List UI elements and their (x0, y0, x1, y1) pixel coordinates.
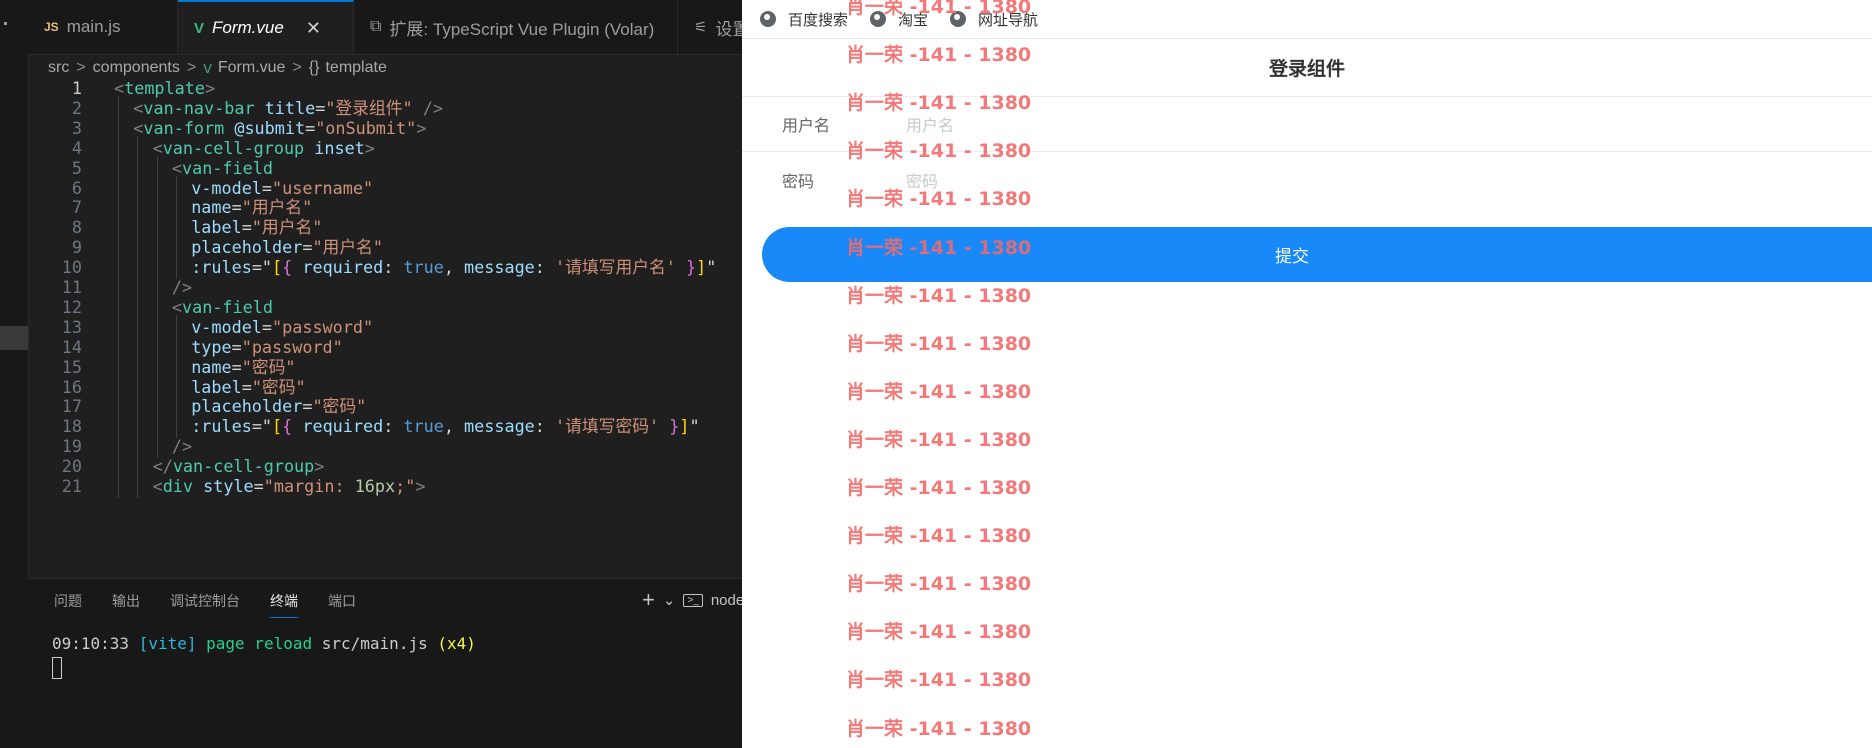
code-token: style (203, 476, 254, 496)
tab-label: Form.vue (212, 18, 284, 37)
code-token: > (415, 476, 426, 496)
terminal-name[interactable]: node (711, 592, 742, 609)
indent-guide (118, 474, 119, 498)
breadcrumb-item[interactable]: components (93, 59, 180, 77)
bookmark-taobao[interactable]: 淘宝 (870, 9, 928, 30)
chevron-down-icon[interactable]: ⌄ (663, 591, 676, 609)
close-icon[interactable]: ✕ (306, 18, 321, 39)
terminal-icon: >_ (683, 593, 703, 607)
panel-tab-terminal[interactable]: 终端 (270, 591, 298, 618)
bookmark-baidu[interactable]: 百度搜索 (760, 9, 848, 30)
breadcrumb-item[interactable]: template (325, 59, 386, 77)
chevron-right-icon: > (292, 59, 302, 76)
username-field[interactable]: 用户名 用户名 (742, 96, 1872, 152)
code-text: <div style="margin: 16px;"> (153, 474, 426, 498)
tab-label: 设置 (715, 19, 742, 39)
code-token: < (152, 476, 163, 496)
globe-icon (870, 11, 887, 27)
breadcrumb-item[interactable]: Form.vue (218, 59, 286, 77)
terminal-time: 09:10:33 (52, 634, 130, 653)
chevron-right-icon: > (186, 59, 197, 76)
chevron-right-icon: > (76, 59, 86, 76)
terminal-tag: [vite] (138, 634, 197, 653)
panel-actions: + ⌄ >_ node (642, 587, 742, 613)
extension-icon: ⧉ (370, 18, 382, 35)
bookmark-label: 淘宝 (898, 11, 929, 29)
code-line[interactable]: 21 <div style="margin: 16px;"> (28, 474, 742, 498)
nav-bar: 登录组件 (742, 38, 1872, 97)
tab-main-js[interactable]: JS main.js (28, 0, 178, 54)
submit-label: 提交 (1275, 247, 1309, 266)
terminal-line: 09:10:33 [vite] page reload src/main.js … (52, 633, 476, 655)
terminal-output[interactable]: 09:10:33 [vite] page reload src/main.js … (52, 633, 476, 685)
password-field[interactable]: 密码 密码 (742, 152, 1872, 207)
field-label: 用户名 (782, 117, 831, 135)
activity-dot (4, 22, 7, 25)
globe-icon (950, 11, 967, 27)
tab-label: 扩展: TypeScript Vue Plugin (Volar) (389, 19, 655, 39)
line-number: 21 (61, 476, 82, 496)
field-label: 密码 (782, 173, 815, 191)
settings-icon: ⚟ (694, 19, 708, 36)
code-token: 16px (354, 476, 396, 496)
javascript-file-icon: JS (44, 20, 59, 34)
tab-form-vue[interactable]: V Form.vue ✕ (178, 0, 354, 54)
bookmark-label: 网址导航 (978, 11, 1039, 29)
activity-selected-item[interactable] (0, 326, 28, 350)
indent-guide (137, 474, 139, 498)
panel-tab-debug-console[interactable]: 调试控制台 (170, 591, 240, 618)
terminal-file: src/main.js (321, 634, 428, 653)
username-input[interactable]: 用户名 (906, 112, 954, 136)
submit-button[interactable]: 提交 (762, 227, 1872, 282)
panel-tab-output[interactable]: 输出 (112, 591, 140, 618)
code-editor: JS main.js V Form.vue ✕ ⧉ 扩展: TypeScript… (0, 0, 742, 748)
tab-settings[interactable]: ⚟ 设置 (678, 0, 742, 54)
code-area[interactable]: 1 <template> 2 <van-nav-bar title="登录组件" />… (28, 76, 742, 574)
vue-file-icon: V (203, 60, 212, 76)
browser-preview: 百度搜索 淘宝 网址导航 登录组件 用户名 用户名 密码 密码 提交 (742, 0, 1872, 748)
panel-tab-problems[interactable]: 问题 (54, 591, 82, 618)
new-terminal-button[interactable]: + (642, 587, 655, 613)
vue-file-icon: V (194, 19, 205, 37)
editor-tabs: JS main.js V Form.vue ✕ ⧉ 扩展: TypeScript… (28, 0, 742, 55)
code-token: "margin: (263, 476, 355, 496)
code-token: = (253, 476, 264, 496)
tab-label: main.js (66, 17, 121, 36)
bottom-panel: 问题 输出 调试控制台 终端 端口 + ⌄ >_ node 09:10:33 [… (28, 578, 742, 748)
terminal-cursor (52, 657, 62, 679)
bookmark-nav[interactable]: 网址导航 (950, 9, 1038, 30)
terminal-message: page reload (206, 634, 313, 653)
code-token: div (162, 476, 194, 496)
password-input[interactable]: 密码 (906, 168, 938, 192)
bookmarks-bar: 百度搜索 淘宝 网址导航 (742, 0, 1872, 39)
braces-icon: {} (308, 59, 320, 76)
code-token: ;" (395, 476, 416, 496)
bookmark-label: 百度搜索 (788, 11, 849, 29)
globe-icon (760, 11, 776, 27)
tab-extension[interactable]: ⧉ 扩展: TypeScript Vue Plugin (Volar) (354, 0, 678, 54)
panel-tab-ports[interactable]: 端口 (328, 591, 356, 618)
breadcrumb-item[interactable]: src (48, 59, 69, 77)
activity-bar (0, 0, 29, 748)
terminal-count: (x4) (437, 634, 476, 653)
panel-tabs: 问题 输出 调试控制台 终端 端口 (54, 591, 386, 618)
nav-title: 登录组件 (1268, 58, 1345, 80)
